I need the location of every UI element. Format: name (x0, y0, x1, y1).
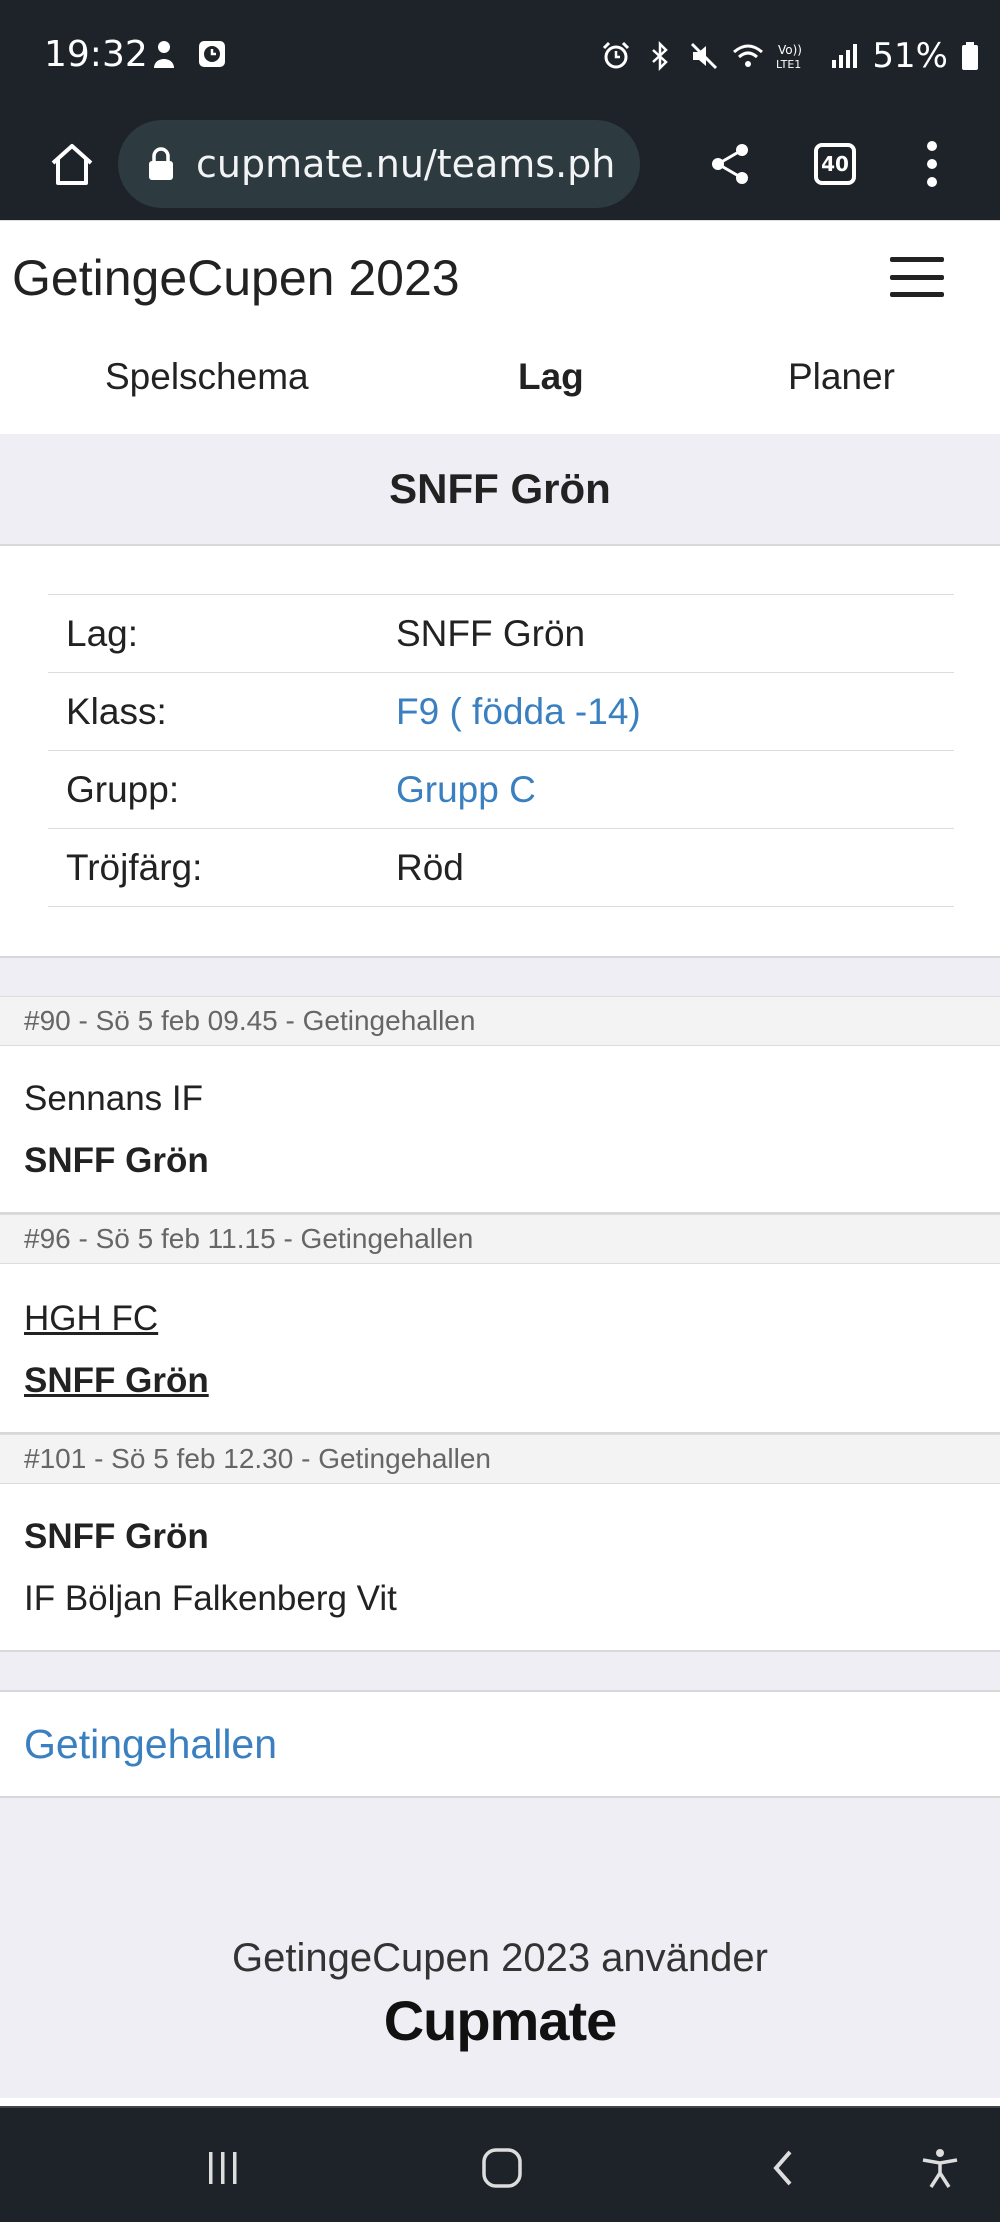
match-card[interactable]: #90 - Sö 5 feb 09.45 - Getingehallen Sen… (0, 996, 1000, 1214)
info-label: Klass: (66, 690, 167, 732)
clock-app-icon (199, 41, 225, 67)
info-label: Tröjfärg: (66, 846, 203, 888)
match-teams: SNFF Grön IF Böljan Falkenberg Vit (0, 1484, 1000, 1652)
home-button[interactable] (32, 124, 112, 204)
status-bar: 19:32 Vo)) LTE1 51% (0, 0, 1000, 108)
info-row-trojfarg: Tröjfärg: Röd (48, 829, 954, 907)
match-header: #101 - Sö 5 feb 12.30 - Getingehallen (0, 1434, 1000, 1484)
class-link[interactable]: F9 ( födda -14) (396, 691, 641, 733)
tab-lag[interactable]: Lag (518, 356, 584, 398)
back-button[interactable] (754, 2138, 814, 2198)
info-row-klass: Klass: F9 ( födda -14) (48, 673, 954, 751)
battery-icon (962, 42, 978, 70)
recent-apps-button[interactable] (193, 2138, 253, 2198)
signal-icon (832, 44, 858, 68)
browser-menu-button[interactable] (892, 124, 972, 204)
browser-toolbar: cupmate.nu/teams.ph 40 (0, 108, 1000, 220)
away-team: IF Böljan Falkenberg Vit (24, 1579, 397, 1618)
match-card[interactable]: #101 - Sö 5 feb 12.30 - Getingehallen SN… (0, 1434, 1000, 1652)
recent-apps-icon (209, 2152, 237, 2184)
away-team: SNFF Grön (24, 1141, 209, 1180)
tab-spelschema[interactable]: Spelschema (105, 356, 309, 398)
svg-text:Vo)): Vo)) (778, 43, 802, 57)
venue-link[interactable]: Getingehallen (0, 1690, 1000, 1798)
info-value: Röd (396, 846, 464, 888)
match-header: #90 - Sö 5 feb 09.45 - Getingehallen (0, 996, 1000, 1046)
bluetooth-icon (652, 40, 669, 72)
wifi-icon (733, 44, 764, 67)
share-icon (712, 144, 748, 184)
status-right-icons: Vo)) LTE1 51% (600, 36, 980, 76)
team-title-bar: SNFF Grön (0, 434, 1000, 546)
tab-planer[interactable]: Planer (788, 356, 895, 398)
section-divider (0, 958, 1000, 996)
match-teams: HGH FC SNFF Grön (0, 1264, 1000, 1434)
match-card[interactable]: #96 - Sö 5 feb 11.15 - Getingehallen HGH… (0, 1214, 1000, 1434)
site-header: GetingeCupen 2023 (0, 220, 1000, 338)
section-divider (0, 1652, 1000, 1690)
home-circle-icon (482, 2148, 522, 2188)
address-bar[interactable]: cupmate.nu/teams.ph (118, 120, 640, 208)
match-header: #96 - Sö 5 feb 11.15 - Getingehallen (0, 1214, 1000, 1264)
match-teams: Sennans IF SNFF Grön (0, 1046, 1000, 1214)
volte-icon: Vo))LTE1 (776, 43, 802, 71)
accessibility-icon (922, 2149, 958, 2188)
alarm-icon (603, 41, 630, 69)
url-text: cupmate.nu/teams.ph (196, 142, 616, 186)
team-info-section: Lag: SNFF Grön Klass: F9 ( födda -14) Gr… (0, 546, 1000, 958)
info-row-grupp: Grupp: Grupp C (48, 751, 954, 829)
tab-count: 40 (814, 143, 856, 185)
svg-text:LTE1: LTE1 (776, 58, 801, 71)
main-nav: Spelschema Lag Planer (0, 338, 1000, 434)
away-team[interactable]: SNFF Grön (24, 1350, 976, 1412)
back-icon (773, 2150, 792, 2186)
home-team: SNFF Grön (24, 1517, 209, 1556)
hamburger-menu-icon[interactable] (890, 257, 944, 297)
cupmate-logo[interactable]: Cupmate (0, 1988, 1000, 2053)
footer-text: GetingeCupen 2023 använder (232, 1936, 768, 1980)
info-label: Grupp: (66, 768, 180, 810)
team-title: SNFF Grön (389, 465, 611, 512)
info-label: Lag: (66, 612, 139, 654)
info-value: SNFF Grön (396, 612, 586, 654)
home-team: Sennans IF (24, 1079, 203, 1118)
accessibility-button[interactable] (910, 2138, 970, 2198)
home-icon (51, 144, 93, 185)
tab-switcher-button[interactable]: 40 (795, 124, 875, 204)
mute-icon (691, 42, 718, 70)
share-button[interactable] (690, 124, 770, 204)
footer: GetingeCupen 2023 använder Cupmate (0, 1798, 1000, 2098)
home-nav-button[interactable] (472, 2138, 532, 2198)
group-link[interactable]: Grupp C (396, 769, 536, 811)
info-row-lag: Lag: SNFF Grön (48, 595, 954, 673)
lock-icon (149, 147, 173, 180)
more-vertical-icon (927, 141, 937, 151)
system-nav-bar (0, 2106, 1000, 2222)
status-left-icons (148, 38, 228, 70)
home-team[interactable]: HGH FC (24, 1288, 976, 1350)
battery-percent: 51% (872, 36, 948, 76)
web-page: GetingeCupen 2023 Spelschema Lag Planer … (0, 220, 1000, 2106)
person-icon (154, 41, 174, 68)
team-info-table: Lag: SNFF Grön Klass: F9 ( födda -14) Gr… (48, 594, 954, 907)
status-time: 19:32 (44, 34, 148, 75)
site-title[interactable]: GetingeCupen 2023 (12, 249, 460, 307)
